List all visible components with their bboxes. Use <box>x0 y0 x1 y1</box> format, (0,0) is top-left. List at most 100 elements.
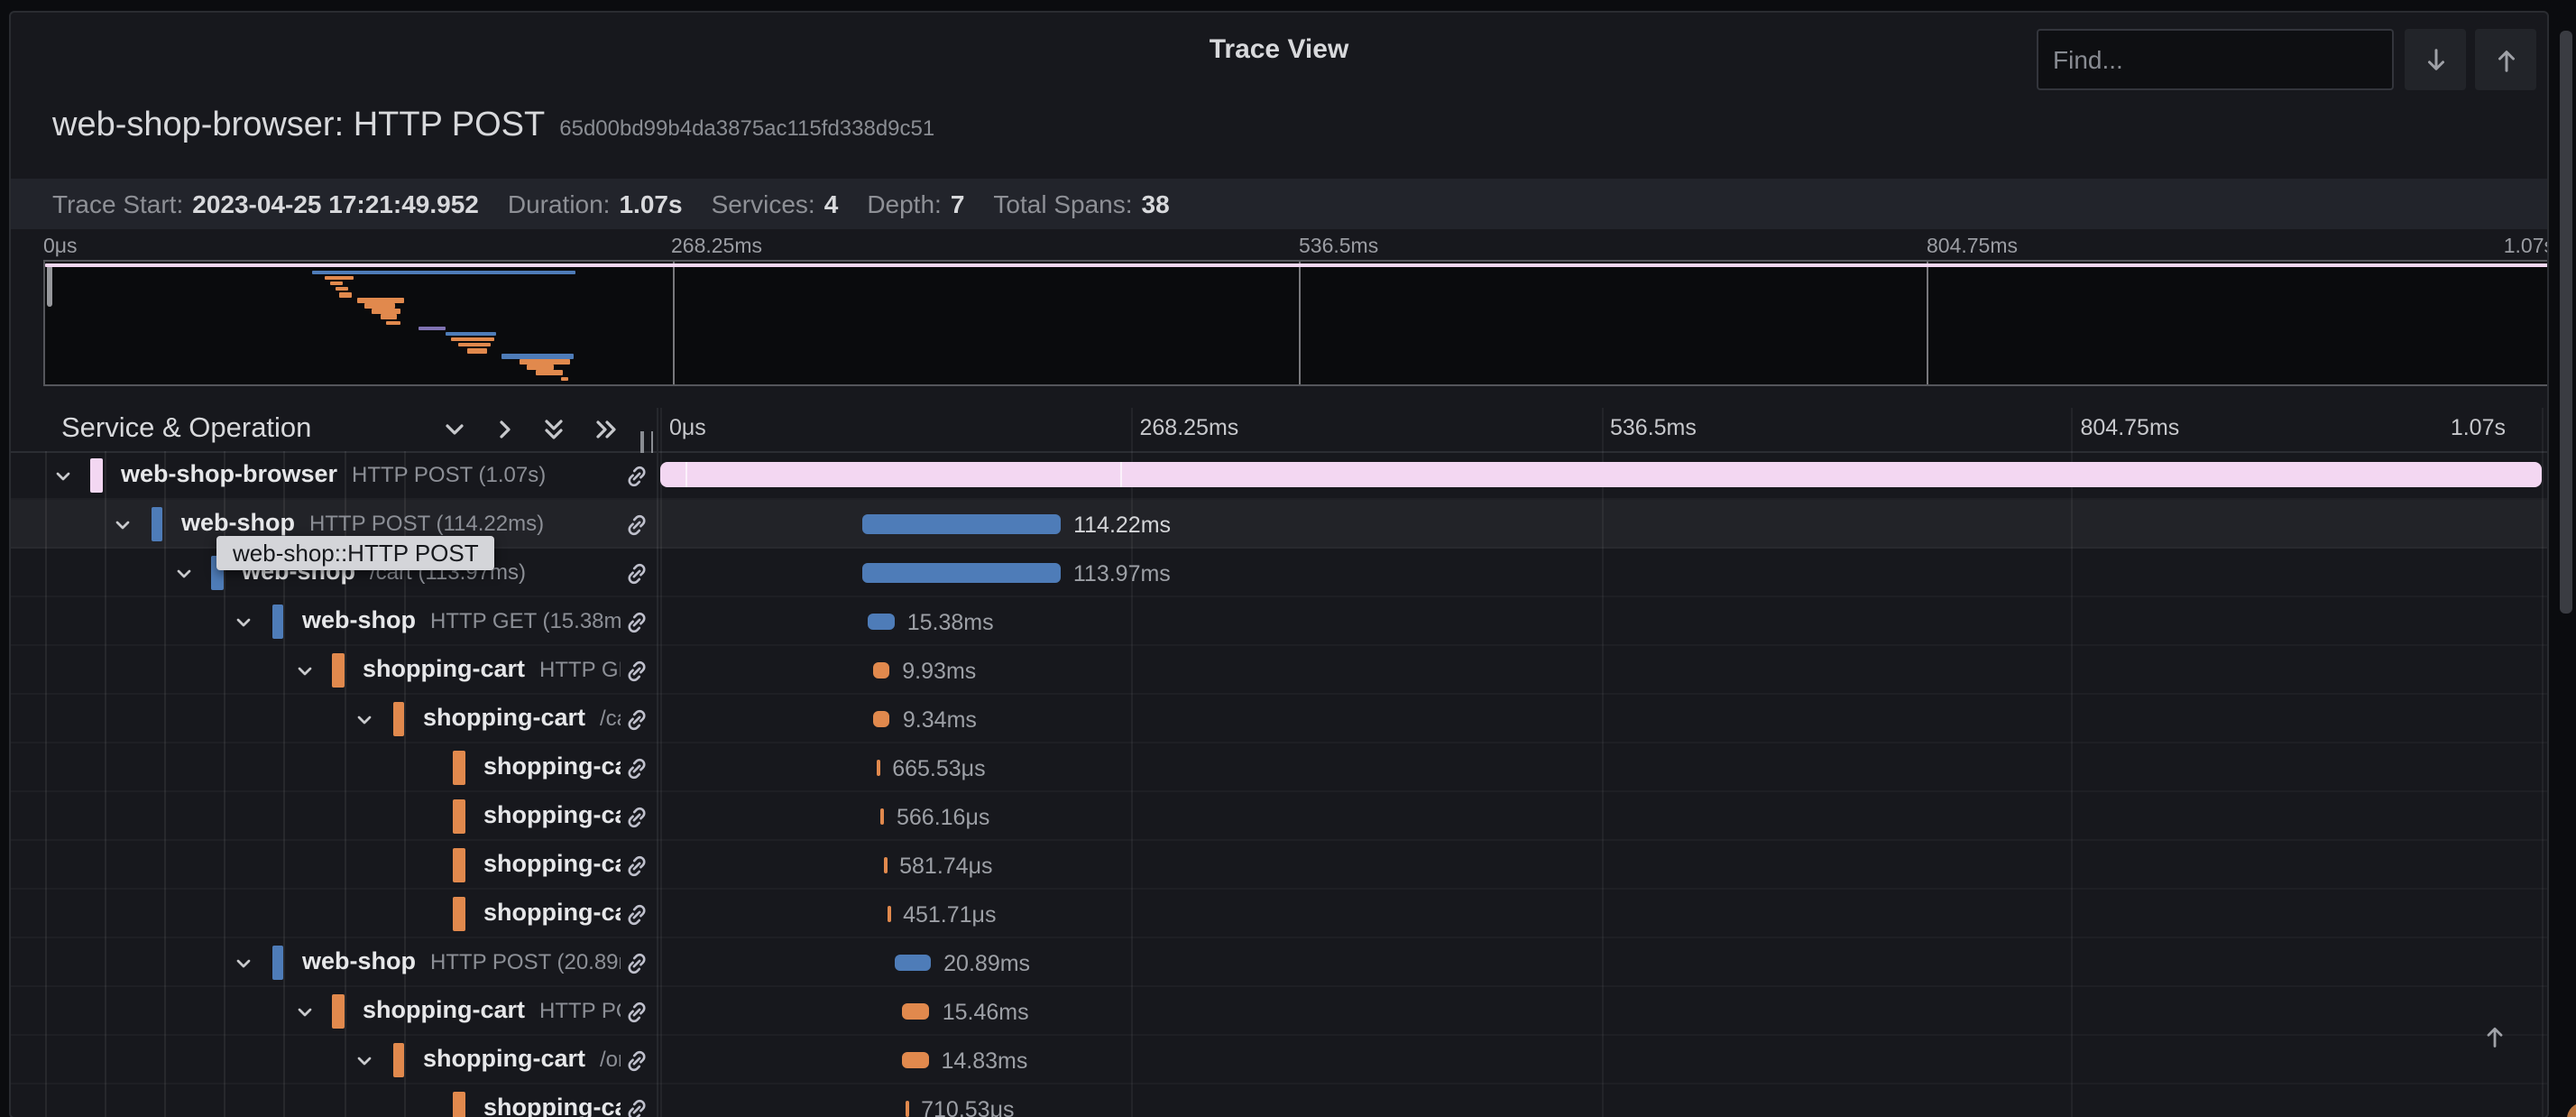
span-link-icon[interactable] <box>624 1048 649 1074</box>
span-duration-label: 15.38ms <box>906 610 994 635</box>
span-name-cell: shopping-cart/order/<or <box>11 1036 621 1085</box>
span-duration-label: 113.97ms <box>1072 561 1171 586</box>
span-link-icon[interactable] <box>624 707 649 733</box>
span-bar[interactable] <box>862 514 1062 534</box>
span-link-icon[interactable] <box>624 512 649 538</box>
span-row-3[interactable]: web-shop HTTP GET (15.38ms) 15.38ms <box>11 597 2547 646</box>
minimap-span-bar <box>363 303 396 309</box>
span-duration-label: 9.34ms <box>902 707 977 733</box>
span-row-9[interactable]: shopping-cartSELEC 451.71μs <box>11 890 2547 938</box>
minimap-tick-label: 1.07s <box>2503 236 2547 258</box>
chevron-down-icon[interactable] <box>354 709 375 731</box>
span-link-icon[interactable] <box>624 854 649 879</box>
meta-value: 2023-04-25 17:21:49.952 <box>192 189 479 218</box>
chevron-down-icon[interactable] <box>51 466 73 487</box>
minimap-span-bar <box>381 314 397 319</box>
span-row-8[interactable]: shopping-cartSELEC 581.74μs <box>11 841 2547 890</box>
column-resize-grip[interactable] <box>640 431 653 453</box>
chevron-down-icon[interactable] <box>112 514 133 536</box>
operation-name: HTTP POST (1 <box>539 998 621 1023</box>
span-bar[interactable] <box>894 955 932 971</box>
collapse-one-icon[interactable] <box>440 415 469 444</box>
scroll-to-top-button[interactable] <box>2471 1012 2518 1059</box>
service-color-bar <box>453 897 465 931</box>
minimap[interactable] <box>43 260 2547 386</box>
span-row-5[interactable]: shopping-cart/cart/<cus 9.34ms <box>11 695 2547 743</box>
span-row-13[interactable]: shopping-cartSELEC 710.53μs <box>11 1085 2547 1117</box>
span-bar[interactable] <box>872 662 890 679</box>
span-link-icon[interactable] <box>624 805 649 830</box>
span-duration-label: 710.53μs <box>921 1097 1015 1117</box>
span-bar[interactable] <box>902 1003 930 1020</box>
corner-decoration <box>2567 1103 2576 1117</box>
arrow-up-icon <box>2487 1026 2503 1047</box>
span-name-cell: shopping-cartSELEC <box>11 1085 621 1117</box>
span-row-12[interactable]: shopping-cart/order/<or 14.83ms <box>11 1036 2547 1085</box>
meta-label: Trace Start: <box>52 189 184 218</box>
span-link-icon[interactable] <box>624 756 649 781</box>
operation-name: HTTP GET (9.9 <box>539 657 621 682</box>
span-link-icon[interactable] <box>624 1000 649 1025</box>
span-duration-label: 581.74μs <box>899 854 993 879</box>
find-next-button[interactable] <box>2405 29 2466 90</box>
span-row-10[interactable]: web-shopHTTP POST (20.89ms) 20.89ms <box>11 938 2547 987</box>
chevron-down-icon[interactable] <box>233 953 254 974</box>
find-input[interactable] <box>2037 29 2394 90</box>
timeline-header: Service & Operation 0μs 268.25ms 536.5ms 80… <box>11 408 2547 453</box>
chevron-down-icon[interactable] <box>172 563 194 585</box>
span-name-cell: shopping-cartHTTP POST (1 <box>11 987 621 1036</box>
span-bar[interactable] <box>902 1052 929 1068</box>
span-name-cell: shopping-cartSELEC <box>11 792 621 841</box>
minimap-span-bar <box>519 359 571 365</box>
meta-item-4: Total Spans: 38 <box>993 189 1169 218</box>
service-color-bar <box>90 458 102 493</box>
meta-value: 38 <box>1141 189 1170 218</box>
chevron-down-icon[interactable] <box>354 1050 375 1072</box>
span-link-icon[interactable] <box>624 659 649 684</box>
span-row-11[interactable]: shopping-cartHTTP POST (1 15.46ms <box>11 987 2547 1036</box>
span-bar[interactable] <box>880 808 884 825</box>
expand-one-icon[interactable] <box>491 415 520 444</box>
span-duration-label: 20.89ms <box>943 951 1031 976</box>
span-row-7[interactable]: shopping-cartSELEC 566.16μs <box>11 792 2547 841</box>
span-bar[interactable] <box>873 711 890 727</box>
span-link-icon[interactable] <box>624 902 649 928</box>
span-link-icon[interactable] <box>624 610 649 635</box>
span-name-cell: shopping-cart/cart/<cus <box>11 695 621 743</box>
span-link-icon[interactable] <box>624 951 649 976</box>
page-scrollbar[interactable] <box>2560 31 2571 614</box>
collapse-all-icon[interactable] <box>539 415 568 444</box>
service-name: shopping-cartSELEC <box>483 1094 621 1117</box>
chevron-down-icon[interactable] <box>293 660 315 682</box>
span-link-icon[interactable] <box>624 1097 649 1117</box>
service-name: shopping-cartSELEC <box>483 801 621 828</box>
meta-item-0: Trace Start: 2023-04-25 17:21:49.952 <box>52 189 479 218</box>
span-link-icon[interactable] <box>624 464 649 489</box>
minimap-span-bar <box>419 326 446 331</box>
span-row-0[interactable]: web-shop-browser HTTP POST (1.07s) <box>11 451 2547 500</box>
span-bar[interactable] <box>862 563 1061 583</box>
span-bar[interactable] <box>660 462 2542 487</box>
minimap-span-bar <box>386 320 401 326</box>
trace-panel: Trace View web-shop-browser: HTTP POST65… <box>9 11 2549 1117</box>
span-row-4[interactable]: shopping-cartHTTP GET (9.9 9.93ms <box>11 646 2547 695</box>
span-row-6[interactable]: shopping-cartSELEC 665.53μs <box>11 743 2547 792</box>
chevron-down-icon[interactable] <box>293 1002 315 1023</box>
expand-all-icon[interactable] <box>592 415 621 444</box>
service-color-bar <box>332 653 344 688</box>
span-link-icon[interactable] <box>624 561 649 586</box>
chevron-down-icon[interactable] <box>233 612 254 633</box>
span-bar[interactable] <box>868 614 895 630</box>
operation-name: HTTP POST (20.89ms) <box>430 949 621 974</box>
find-prev-button[interactable] <box>2475 29 2536 90</box>
meta-value: 1.07s <box>619 189 683 218</box>
span-bar[interactable] <box>887 906 891 922</box>
minimap-span-bar <box>356 298 405 303</box>
minimap-span-bar <box>335 286 349 291</box>
span-bar[interactable] <box>906 1101 909 1117</box>
minimap-span-bar <box>458 342 491 347</box>
span-bar[interactable] <box>877 760 880 776</box>
service-name: web-shopHTTP POST (20.89ms) <box>302 947 621 974</box>
minimap-left-drag-handle[interactable] <box>47 265 52 307</box>
span-bar[interactable] <box>884 857 888 873</box>
